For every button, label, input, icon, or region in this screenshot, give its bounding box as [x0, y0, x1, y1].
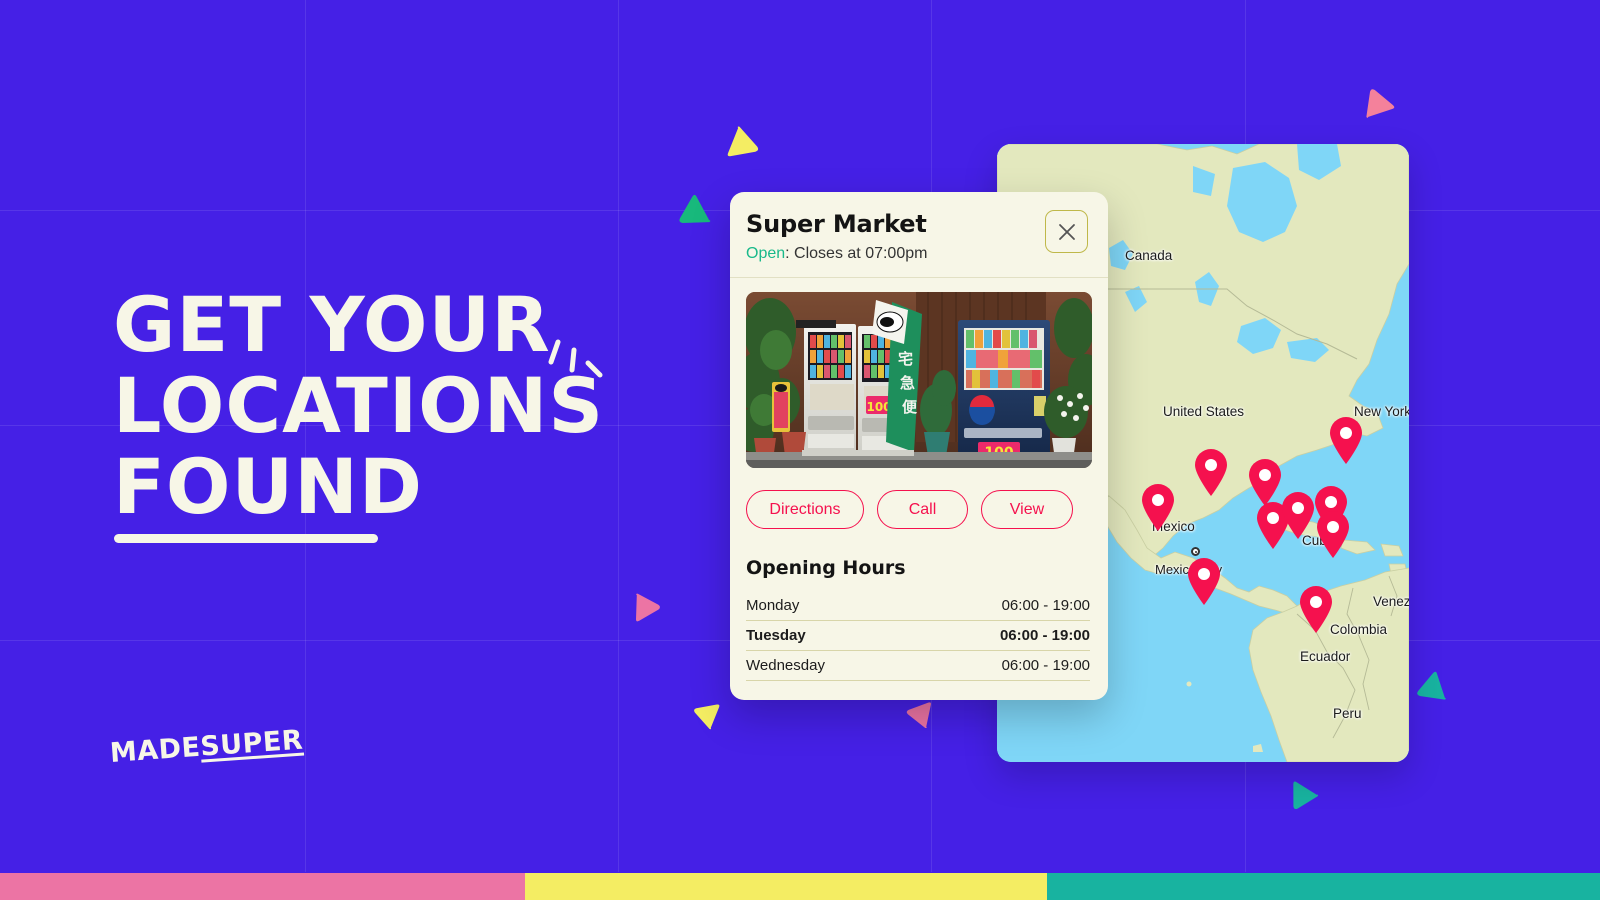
- view-button[interactable]: View: [981, 490, 1073, 529]
- green-wedge-right: [1407, 667, 1451, 711]
- sparkle-icon: [548, 336, 604, 388]
- map-pin-icon[interactable]: [1247, 459, 1283, 507]
- map-label-united-states: United States: [1163, 404, 1245, 419]
- status-detail: Closes at 07:00pm: [794, 245, 928, 262]
- status-separator: :: [785, 245, 790, 262]
- headline-line-3: FOUND: [113, 442, 423, 531]
- footer-segment-3: [1047, 873, 1600, 900]
- map-pin-icon[interactable]: [1186, 558, 1222, 606]
- opening-hours-time: 06:00 - 19:00: [1001, 657, 1090, 674]
- svg-text:急: 急: [900, 374, 915, 392]
- opening-hours-time: 06:00 - 19:00: [999, 627, 1090, 644]
- city-marker-icon: [1191, 547, 1200, 556]
- yellow-wedge-top: [722, 123, 768, 169]
- map-label-peru: Peru: [1333, 706, 1362, 721]
- close-button[interactable]: [1045, 210, 1088, 253]
- opening-hours-day: Wednesday: [746, 657, 825, 674]
- logo-made: MADE: [108, 731, 202, 769]
- map-pin-icon[interactable]: [1280, 492, 1316, 540]
- opening-hours-row: Wednesday 06:00 - 19:00: [746, 651, 1090, 681]
- map-pin-icon[interactable]: [1328, 417, 1364, 465]
- logo[interactable]: MADESUPER: [109, 725, 304, 769]
- map-label-canada: Canada: [1125, 248, 1173, 263]
- footer-segment-2: [525, 873, 1047, 900]
- map-pin-icon[interactable]: [1193, 449, 1229, 497]
- directions-button[interactable]: Directions: [746, 490, 864, 529]
- logo-super: SUPER: [199, 724, 305, 763]
- page-title: GET YOUR LOCATIONS FOUND: [113, 284, 633, 527]
- pink-wedge-low: [901, 696, 936, 731]
- yellow-wedge-low: [686, 694, 724, 732]
- opening-hours-row: Tuesday 06:00 - 19:00: [746, 621, 1090, 651]
- pink-wedge-top: [1355, 79, 1399, 123]
- headline-underline: [114, 534, 378, 543]
- opening-hours-time: 06:00 - 19:00: [1001, 597, 1090, 614]
- hero-banner: GET YOUR LOCATIONS FOUND MADESUPER Canad…: [0, 0, 1600, 900]
- map-pin-icon[interactable]: [1315, 511, 1351, 559]
- opening-hours-title: Opening Hours: [746, 557, 906, 579]
- svg-text:宅: 宅: [898, 350, 913, 368]
- map-pin-icon[interactable]: [1140, 484, 1176, 532]
- map-label-ecuador: Ecuador: [1300, 649, 1351, 664]
- card-actions: Directions Call View: [730, 468, 1108, 529]
- card-header: Super Market Open: Closes at 07:00pm: [730, 192, 1108, 278]
- close-icon: [1058, 223, 1075, 240]
- location-info-card: Super Market Open: Closes at 07:00pm 100…: [730, 192, 1108, 700]
- opening-hours-row: Monday 06:00 - 19:00: [746, 591, 1090, 621]
- card-title: Super Market: [746, 210, 927, 238]
- status-open-label: Open: [746, 245, 786, 262]
- opening-hours-day: Monday: [746, 597, 800, 614]
- map-label-venezuela: Venezuela: [1373, 594, 1409, 609]
- opening-hours-list: Monday 06:00 - 19:00 Tuesday 06:00 - 19:00 W…: [730, 591, 1108, 681]
- svg-text:便: 便: [902, 398, 918, 416]
- green-wedge-bottom: [1278, 776, 1322, 820]
- footer-segment-1: [0, 873, 525, 900]
- map-label-colombia: Colombia: [1330, 622, 1388, 637]
- status-badge: Open: Closes at 07:00pm: [746, 245, 927, 263]
- map-pin-icon[interactable]: [1298, 586, 1334, 634]
- location-photo: 100 宅急便: [746, 292, 1092, 468]
- green-wedge-top: [666, 189, 715, 238]
- pink-wedge-mid: [632, 592, 664, 624]
- footer-color-bar: [0, 873, 1600, 900]
- opening-hours-day: Tuesday: [746, 627, 806, 644]
- card-header-text: Super Market Open: Closes at 07:00pm: [746, 210, 927, 263]
- call-button[interactable]: Call: [877, 490, 968, 529]
